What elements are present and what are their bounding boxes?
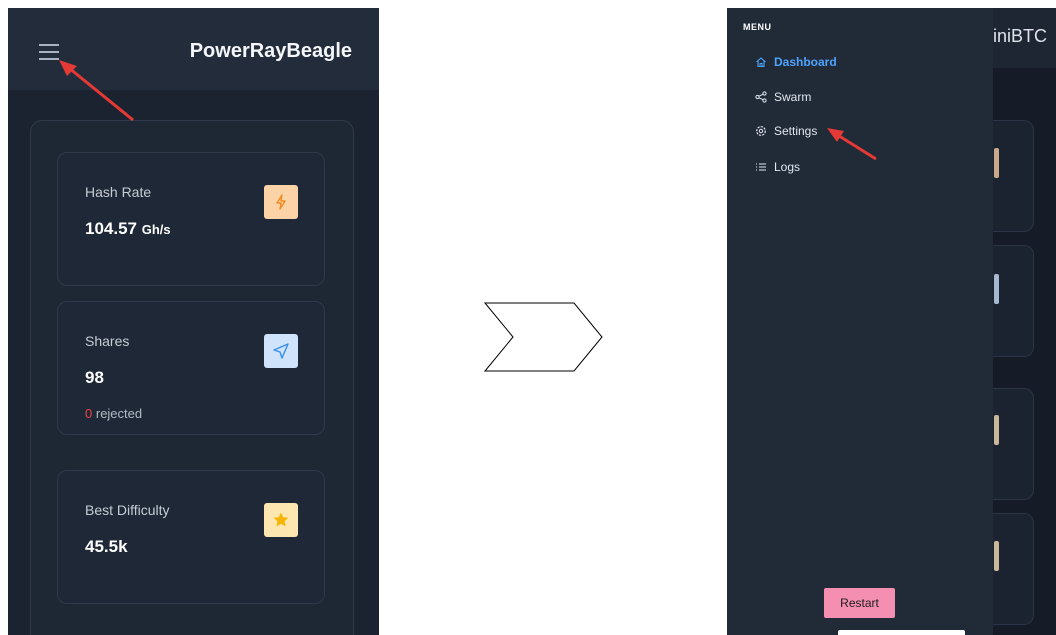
shares-label: Shares	[85, 333, 130, 349]
hamburger-menu-icon[interactable]	[39, 44, 59, 60]
sidebar-item-logs[interactable]: Logs	[755, 158, 800, 176]
sidebar-item-label: Swarm	[774, 90, 812, 104]
menu-heading: MENU	[743, 22, 772, 32]
background-card	[993, 245, 1034, 357]
sidebar-item-dashboard[interactable]: Dashboard	[755, 53, 837, 71]
background-icon-edge	[994, 148, 999, 178]
background-icon-edge	[994, 415, 999, 445]
rejected-shares: 0 rejected	[85, 406, 142, 421]
best-difficulty-label: Best Difficulty	[85, 502, 170, 518]
hash-rate-unit: Gh/s	[141, 222, 171, 237]
best-difficulty-value: 45.5k	[85, 537, 128, 556]
transition-chevron-icon	[484, 302, 603, 372]
restart-button[interactable]: Restart	[824, 588, 895, 618]
sidebar-item-swarm[interactable]: Swarm	[755, 88, 811, 106]
left-app-screen: PowerRayBeagle Hash Rate 104.57 Gh/s Sha…	[8, 8, 379, 635]
background-card	[993, 120, 1034, 232]
home-icon	[755, 56, 767, 68]
lightning-icon	[264, 185, 298, 219]
sidebar-item-label: Settings	[774, 124, 818, 138]
rejected-label: rejected	[95, 406, 143, 421]
background-app-title: iniBTC	[993, 26, 1048, 46]
share-icon	[755, 91, 767, 103]
hash-rate-value: 104.57 Gh/s	[85, 219, 171, 238]
shares-card: Shares 98 0 rejected	[57, 301, 325, 435]
rejected-count: 0	[85, 406, 93, 421]
sidebar-item-label: Logs	[774, 160, 801, 174]
shares-value: 98	[85, 368, 104, 387]
sidebar-menu: MENU Dashboard Swarm Settings Logs Resta…	[727, 8, 993, 635]
background-icon-edge	[994, 274, 999, 304]
home-indicator	[838, 630, 965, 635]
right-app-screen: iniBTC MENU Dashboard Swarm Settings Log…	[727, 8, 1056, 635]
stats-panel: Hash Rate 104.57 Gh/s Shares 98 0 reject…	[30, 120, 354, 635]
app-header: PowerRayBeagle	[8, 8, 379, 90]
gear-icon	[755, 125, 767, 137]
hash-rate-card: Hash Rate 104.57 Gh/s	[57, 152, 325, 286]
hash-rate-label: Hash Rate	[85, 184, 152, 200]
list-icon	[755, 161, 767, 173]
star-icon	[264, 503, 298, 537]
best-difficulty-card: Best Difficulty 45.5k	[57, 470, 325, 604]
send-icon	[264, 334, 298, 368]
background-icon-edge	[994, 541, 999, 571]
app-title: PowerRayBeagle	[189, 40, 352, 62]
sidebar-item-settings[interactable]: Settings	[755, 122, 817, 140]
sidebar-item-label: Dashboard	[774, 55, 837, 69]
background-card	[993, 513, 1034, 625]
background-card	[993, 388, 1034, 500]
